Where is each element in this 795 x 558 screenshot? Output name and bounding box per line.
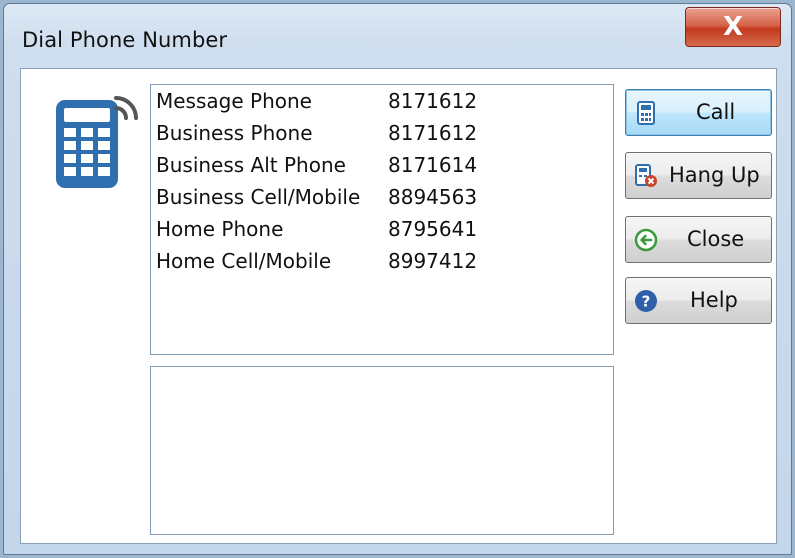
close-button-label: Close [687, 227, 745, 251]
phone-type-label: Business Alt Phone [156, 153, 346, 177]
mobile-phone-signal-icon [56, 96, 138, 188]
svg-text:?: ? [642, 293, 651, 311]
phone-type-label: Business Phone [156, 121, 313, 145]
help-button-label: Help [690, 288, 738, 312]
dialog-client-area: Message Phone 8171612 Business Phone 817… [20, 68, 777, 544]
help-button[interactable]: ? Help [625, 277, 772, 324]
phone-number: 8171614 [388, 153, 478, 177]
call-button-label: Call [696, 100, 736, 124]
back-arrow-circle-icon [634, 228, 658, 252]
phone-number: 8171612 [388, 89, 478, 113]
phone-number: 8171612 [388, 121, 478, 145]
dial-phone-dialog: Dial Phone Number X Message Phone 817161… [3, 3, 792, 555]
calculator-phone-icon [637, 101, 655, 125]
phone-type-label: Business Cell/Mobile [156, 185, 361, 209]
close-icon: X [722, 12, 744, 42]
hang-up-button-label: Hang Up [669, 163, 760, 187]
call-button[interactable]: Call [625, 89, 772, 136]
phone-number: 8894563 [388, 185, 478, 209]
window-title: Dial Phone Number [22, 28, 228, 52]
phone-type-label: Home Phone [156, 217, 284, 241]
close-button[interactable]: Close [625, 216, 772, 263]
phone-type-label: Message Phone [156, 89, 312, 113]
notes-text-area[interactable] [150, 366, 614, 535]
phone-number: 8795641 [388, 217, 478, 241]
phone-number: 8997412 [388, 249, 478, 273]
help-circle-icon: ? [635, 290, 657, 312]
window-close-button[interactable]: X [685, 7, 781, 47]
phone-cancel-icon [635, 164, 657, 187]
phone-number-list[interactable]: Message Phone 8171612 Business Phone 817… [150, 84, 614, 355]
title-bar[interactable]: Dial Phone Number X [4, 4, 791, 70]
hang-up-button[interactable]: Hang Up [625, 152, 772, 199]
phone-type-label: Home Cell/Mobile [156, 249, 332, 273]
